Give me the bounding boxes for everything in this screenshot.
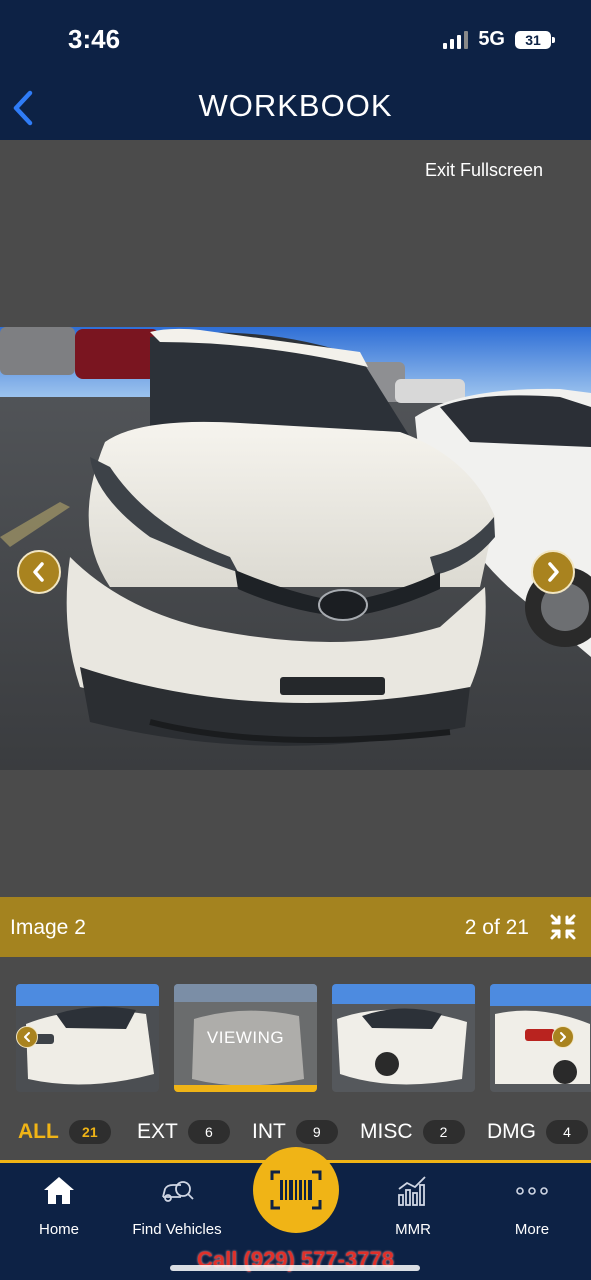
tab-label: MMR [395,1221,431,1238]
more-dots-icon [516,1187,548,1195]
filter-tab-misc[interactable]: MISC 2 [360,1120,465,1144]
filter-label: EXT [137,1120,178,1143]
image-title: Image 2 [10,916,86,939]
status-time: 3:46 [68,24,121,54]
viewing-overlay: VIEWING [174,984,317,1092]
status-bar: 3:46 5G 31 [0,0,591,80]
filter-count-badge: 2 [422,1120,465,1144]
tab-mmr[interactable]: MMR [358,1173,468,1238]
thumbnail-strip: VIEWING [0,957,591,1107]
battery-icon: 31 [515,30,555,49]
thumbnails-prev-button[interactable] [16,1026,38,1048]
signal-icon [443,30,469,49]
thumbnail-2-current[interactable]: VIEWING [174,984,317,1092]
current-thumbnail-indicator [174,1085,317,1092]
app-header: WORKBOOK [0,80,591,140]
chevron-right-icon [548,562,559,582]
filter-tab-dmg[interactable]: DMG 4 [487,1120,588,1144]
tab-more[interactable]: More [477,1173,587,1238]
filter-count-badge: 21 [68,1120,111,1144]
image-viewer: Exit Fullscreen [0,140,591,897]
exit-fullscreen-button[interactable]: Exit Fullscreen [425,160,543,181]
vehicle-photo [0,327,591,770]
filter-count-badge: 9 [295,1120,338,1144]
home-indicator [170,1265,420,1271]
image-caption-bar: Image 2 2 of 21 [0,897,591,957]
image-counter: 2 of 21 [464,916,529,939]
barcode-scan-icon [270,1170,322,1210]
filter-label: INT [252,1120,286,1143]
tab-home[interactable]: Home [4,1173,114,1238]
thumbnail-3[interactable] [332,984,475,1092]
network-label: 5G [478,28,505,50]
home-icon [44,1177,74,1204]
tab-label: Home [38,1221,79,1238]
filter-tab-ext[interactable]: EXT 6 [137,1120,230,1144]
chevron-right-icon [560,1032,566,1042]
bottom-tab-bar: Home Find Vehicles MMR More Call (929) 5… [0,1147,591,1280]
previous-image-button[interactable] [17,550,61,594]
filter-label: DMG [487,1120,536,1143]
tab-label: Find Vehicles [132,1221,222,1238]
page-title: WORKBOOK [198,88,393,123]
chevron-left-icon [33,562,44,582]
filter-tab-all[interactable]: ALL 21 [18,1120,111,1144]
filter-count-badge: 4 [546,1120,588,1144]
tab-label: More [514,1221,550,1238]
chart-icon [398,1176,426,1206]
filter-tab-int[interactable]: INT 9 [252,1120,338,1144]
thumbnail-4[interactable] [490,984,591,1092]
scan-vin-button[interactable] [253,1147,339,1233]
status-indicators: 5G 31 [443,28,555,51]
next-image-button[interactable] [531,550,575,594]
filter-label: ALL [18,1120,59,1143]
car-search-icon [162,1181,194,1202]
tab-find-vehicles[interactable]: Find Vehicles [122,1173,232,1238]
thumbnails-next-button[interactable] [552,1026,574,1048]
chevron-left-icon [24,1032,30,1042]
filter-count-badge: 6 [187,1120,230,1144]
collapse-arrows-icon[interactable] [549,913,577,941]
filter-label: MISC [360,1120,413,1143]
